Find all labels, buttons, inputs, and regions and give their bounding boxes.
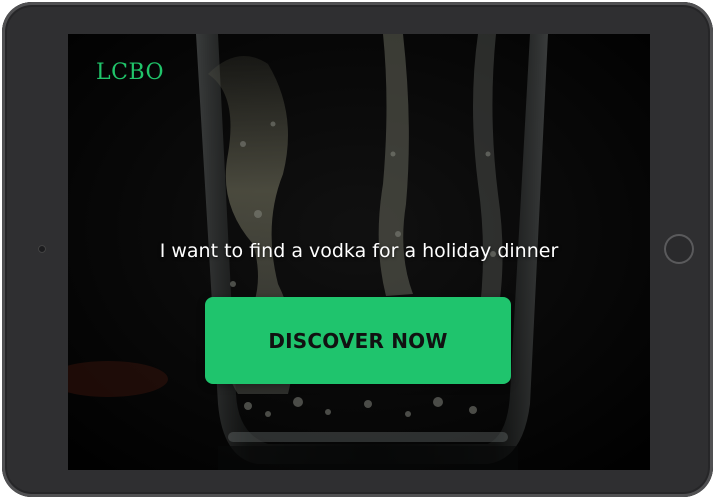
tablet-frame: LCBO I want to find a vodka for a holida… xyxy=(2,2,713,497)
home-button[interactable] xyxy=(664,234,694,264)
lcbo-logo[interactable]: LCBO xyxy=(96,60,164,85)
discover-now-label: DISCOVER NOW xyxy=(268,328,448,353)
hero-tagline: I want to find a vodka for a holiday din… xyxy=(159,240,559,262)
front-camera xyxy=(38,245,46,253)
app-screen: LCBO I want to find a vodka for a holida… xyxy=(68,34,650,470)
discover-now-button[interactable]: DISCOVER NOW xyxy=(205,297,511,384)
